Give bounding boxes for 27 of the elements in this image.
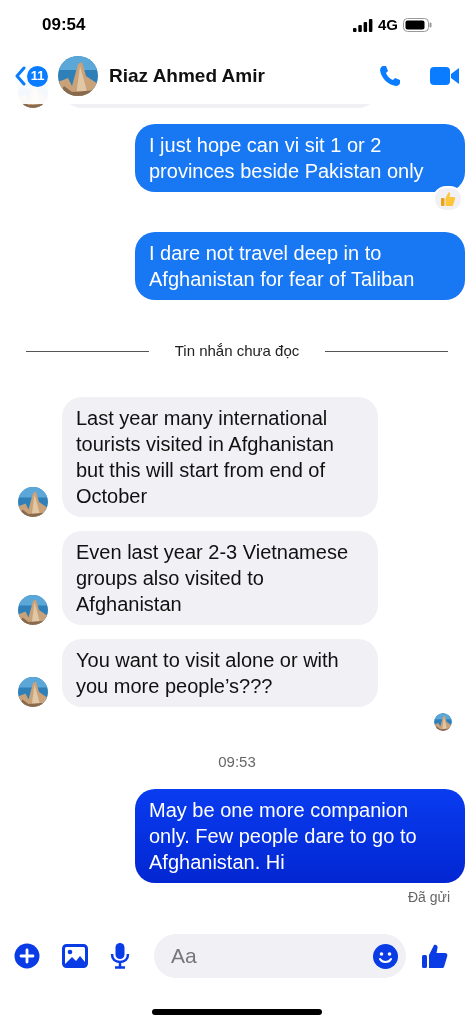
microphone-icon[interactable] [110, 943, 130, 969]
message-composer[interactable]: Aa [154, 934, 406, 978]
status-time: 09:54 [42, 14, 86, 37]
phone-icon[interactable] [378, 64, 402, 88]
network-label: 4G [378, 14, 398, 35]
message-bubble: Last year many international tourists visited in Afghanistan but this will start from end of October [62, 396, 378, 517]
unread-count-badge: 11 [27, 65, 48, 87]
message-bubble: Even last year 2-3 Vietnamese groups also visited to Afghanistan [62, 530, 378, 625]
seen-indicator [434, 712, 452, 731]
unread-divider-label: Tin nhắn chưa đọc [174, 341, 300, 361]
message-bubble: I dare not travel deep in to Afghanistan for fear of Taliban [135, 232, 465, 300]
back-button[interactable]: 11 [14, 65, 48, 87]
message-bubble: May be one more companion only. Few people dare to go to Afghanistan. Hi [135, 789, 465, 883]
battery-icon [403, 18, 432, 32]
contact-name[interactable]: Riaz Ahmed Amir [109, 61, 265, 91]
video-call-icon[interactable] [430, 66, 460, 86]
delivery-status: Đã gửi [407, 888, 450, 907]
add-icon[interactable] [14, 943, 40, 969]
thumbs-up-icon[interactable] [422, 943, 448, 969]
timestamp: 09:53 [218, 751, 256, 772]
signal-icon [353, 18, 373, 32]
message-input-field[interactable]: Aa [171, 940, 373, 972]
back-icon [14, 66, 26, 86]
message-bubble: You want to visit alone or with you more people’s??? [62, 638, 378, 707]
message-bubble: I just hope can vi sit 1 or 2 provinces beside Pakistan only [135, 124, 465, 192]
image-icon[interactable] [62, 944, 88, 968]
emoji-icon[interactable] [373, 943, 398, 969]
